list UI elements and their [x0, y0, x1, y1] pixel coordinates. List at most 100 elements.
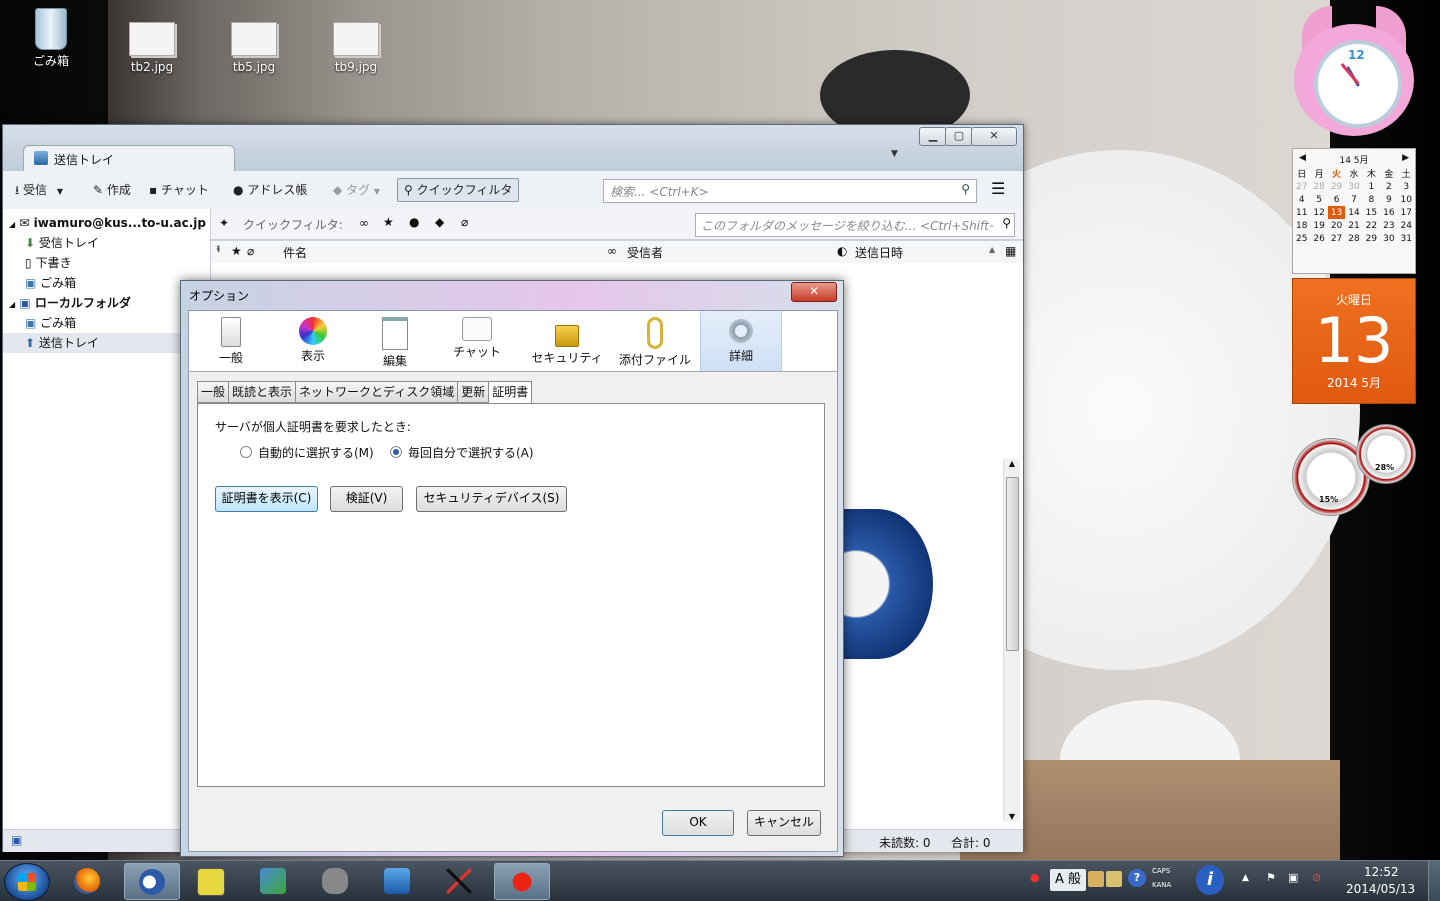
search-icon[interactable]: ⚲: [1002, 216, 1011, 230]
write-button[interactable]: ✎ 作成: [93, 179, 131, 201]
calendar-day[interactable]: 15: [1363, 206, 1380, 219]
calendar-day[interactable]: 30: [1345, 180, 1362, 193]
taskbar-network-tool[interactable]: [246, 863, 300, 898]
pane-general[interactable]: 一般: [191, 311, 271, 371]
calendar-day[interactable]: 2: [1380, 180, 1397, 193]
calendar-day[interactable]: 28: [1310, 180, 1327, 193]
calendar-day[interactable]: 18: [1293, 219, 1310, 232]
scroll-up-icon[interactable]: ▲: [1004, 459, 1020, 468]
minimize-button[interactable]: ▁: [919, 127, 947, 146]
radio-ask-every-time[interactable]: 毎回自分で選択する(A): [390, 444, 534, 461]
recipient-column[interactable]: 受信者: [627, 244, 663, 261]
taskbar-terminal[interactable]: [184, 863, 238, 898]
radio-button[interactable]: [240, 446, 252, 458]
network-icon[interactable]: ▣: [1288, 871, 1298, 884]
star-column-icon[interactable]: ★: [231, 244, 242, 258]
tab-reading-display[interactable]: 既読と表示: [228, 381, 297, 403]
scrollbar-thumb[interactable]: [1006, 477, 1019, 651]
calendar-day[interactable]: 10: [1398, 193, 1415, 206]
calendar-day[interactable]: 4: [1293, 193, 1310, 206]
scrollbar[interactable]: ▲ ▼: [1003, 459, 1020, 821]
help-icon[interactable]: ?: [1128, 869, 1146, 887]
star-icon[interactable]: ★: [383, 215, 394, 229]
app-menu-icon[interactable]: ☰: [991, 181, 1005, 197]
dialog-close-button[interactable]: ✕: [791, 282, 837, 302]
show-hidden-icons-icon[interactable]: ▲: [1242, 873, 1249, 883]
account-folder[interactable]: ◢ ✉ iwamuro@kus...to-u.ac.jp: [9, 213, 206, 233]
calendar-day[interactable]: 29: [1328, 180, 1345, 193]
thread-column-icon[interactable]: ᵵ: [217, 244, 220, 255]
file-icon-tb2[interactable]: tb2.jpg: [112, 22, 192, 74]
calendar-day[interactable]: 3: [1398, 180, 1415, 193]
calendar-day[interactable]: 31: [1398, 232, 1415, 245]
cpu-meter-gadget[interactable]: 15% 28%: [1292, 422, 1416, 518]
folder-drafts[interactable]: ▯ 下書き: [25, 253, 71, 273]
validate-button[interactable]: 検証(V): [330, 486, 403, 512]
taskbar-media-player[interactable]: [370, 863, 424, 898]
folder-filter-input[interactable]: このフォルダのメッセージを絞り込む... <Ctrl+Shift+ ⚲: [695, 213, 1015, 237]
local-folders[interactable]: ◢ ▣ ローカルフォルダ: [9, 293, 131, 313]
calendar-day[interactable]: 20: [1328, 219, 1345, 232]
start-button[interactable]: [4, 863, 50, 901]
calendar-day[interactable]: 11: [1293, 206, 1310, 219]
chat-button[interactable]: ▪ チャット: [149, 179, 209, 201]
taskbar-gimp[interactable]: [308, 863, 362, 898]
calendar-day[interactable]: 16: [1380, 206, 1397, 219]
folder-outbox[interactable]: ⬆ 送信トレイ: [3, 333, 210, 353]
taskbar-firefox[interactable]: [60, 863, 114, 898]
search-icon[interactable]: ⚲: [961, 182, 970, 196]
clock-date[interactable]: 2014/05/13: [1346, 882, 1415, 896]
file-icon-tb5[interactable]: tb5.jpg: [214, 22, 294, 74]
file-icon-tb9[interactable]: tb9.jpg: [316, 22, 396, 74]
date-column[interactable]: 送信日時: [855, 244, 903, 261]
online-status-icon[interactable]: ▣: [11, 833, 22, 847]
tab-network-disk[interactable]: ネットワークとディスク領域: [295, 381, 459, 403]
tab-general[interactable]: 一般: [197, 381, 230, 403]
ime-pad-icon[interactable]: [1106, 871, 1122, 887]
notification-icon[interactable]: ●: [1030, 871, 1040, 884]
options-dialog[interactable]: オプション ✕ 一般 表示 編集 チャット セキュリティ 添付ファイル 詳細 一…: [180, 280, 844, 857]
scroll-down-icon[interactable]: ▼: [1004, 812, 1020, 821]
contact-filter-icon[interactable]: ∞: [359, 216, 369, 230]
radio-button-selected[interactable]: [390, 446, 402, 458]
action-center-flag-icon[interactable]: ⚑: [1266, 871, 1276, 884]
window-titlebar[interactable]: ▁ ▢ ✕ 送信トレイ ▼: [3, 125, 1023, 172]
calendar-day[interactable]: 29: [1363, 232, 1380, 245]
calendar-day[interactable]: 9: [1380, 193, 1397, 206]
calendar-day[interactable]: 8: [1363, 193, 1380, 206]
column-picker-icon[interactable]: ▦: [1005, 244, 1016, 258]
taskbar-thunderbird[interactable]: [124, 863, 180, 900]
clock-gadget[interactable]: 12: [1294, 6, 1414, 138]
calendar-day[interactable]: 12: [1310, 206, 1327, 219]
expand-icon[interactable]: ◢: [9, 300, 15, 309]
tab-certificates[interactable]: 証明書: [488, 381, 533, 404]
attachment-column-icon[interactable]: ⌀: [247, 244, 254, 258]
calendar-day[interactable]: 17: [1398, 206, 1415, 219]
pane-compose[interactable]: 編集: [355, 311, 435, 371]
pin-icon[interactable]: ✦: [219, 216, 229, 230]
calendar-day[interactable]: 1: [1363, 180, 1380, 193]
taskbar-screenshot-tool[interactable]: [494, 863, 550, 900]
folder-local-trash[interactable]: ▣ ごみ箱: [25, 313, 76, 333]
tab-update[interactable]: 更新: [457, 381, 490, 403]
folder-trash[interactable]: ▣ ごみ箱: [25, 273, 76, 293]
quick-filter-button[interactable]: ⚲ クイックフィルタ: [397, 178, 520, 202]
ime-toolbar-icon[interactable]: [1088, 871, 1104, 887]
calendar-day[interactable]: 24: [1398, 219, 1415, 232]
expand-icon[interactable]: ◢: [9, 220, 15, 229]
taskbar-xwindow[interactable]: [432, 863, 486, 898]
info-icon[interactable]: i: [1196, 865, 1224, 895]
calendar-day[interactable]: 23: [1380, 219, 1397, 232]
calendar-day[interactable]: 22: [1363, 219, 1380, 232]
pane-display[interactable]: 表示: [273, 311, 353, 371]
security-devices-button[interactable]: セキュリティデバイス(S): [416, 486, 567, 512]
maximize-button[interactable]: ▢: [945, 127, 973, 146]
pane-advanced[interactable]: 詳細: [700, 311, 782, 371]
pane-attachments[interactable]: 添付ファイル: [613, 311, 697, 371]
calendar-day[interactable]: 21: [1345, 219, 1362, 232]
calendar-day[interactable]: 26: [1310, 232, 1327, 245]
recycle-bin-icon[interactable]: ごみ箱: [11, 8, 91, 69]
prev-month-icon[interactable]: ◀: [1299, 153, 1306, 166]
chevron-down-icon[interactable]: ▼: [57, 187, 63, 196]
subject-column[interactable]: 件名: [283, 244, 307, 261]
